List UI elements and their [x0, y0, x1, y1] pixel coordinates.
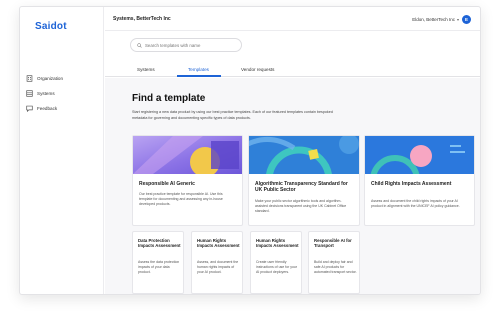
card-description: Build and deploy fair and safe AI produc… [314, 260, 357, 274]
card-title: Human Rights Impacts Assessment [256, 238, 299, 249]
app-window: Saidot Organization Systems Feedback Sys… [19, 6, 481, 295]
building-icon [26, 74, 33, 82]
card-description: Assess and document the child rights imp… [371, 199, 460, 208]
template-card-responsible-ai-transport[interactable]: Responsible AI for Transport Build and d… [308, 231, 360, 294]
sidebar-item-label: Feedback [37, 105, 58, 111]
sidebar-item-feedback[interactable]: Feedback [26, 101, 63, 115]
sidebar: Saidot Organization Systems Feedback [20, 7, 104, 294]
template-card-responsible-ai[interactable]: Responsible AI Generic Our best practice… [132, 135, 243, 226]
sidebar-item-systems[interactable]: Systems [26, 86, 63, 100]
page-description: Start registering a new data product by … [132, 110, 333, 120]
card-banner-image [365, 136, 474, 174]
card-title: Responsible AI Generic [139, 181, 195, 187]
template-card-human-rights-1[interactable]: Human Rights Impacts Assessment Assess, … [191, 231, 243, 294]
avatar[interactable]: E [462, 15, 471, 24]
app-logo: Saidot [35, 21, 67, 32]
grid-icon [26, 89, 33, 97]
search-input[interactable] [145, 42, 235, 48]
search-box[interactable] [130, 38, 242, 52]
user-menu[interactable]: Eldon, BetterTech Inc ▾ E [412, 15, 471, 24]
card-description: Create user friendly instructions of use… [256, 260, 298, 274]
card-title: Responsible AI for Transport [314, 238, 352, 249]
sidebar-item-label: Organization [37, 75, 64, 81]
active-tab-indicator [177, 75, 221, 77]
tab-bar: Systems Templates Vendor requests [105, 62, 480, 77]
main-area: Systems, BetterTech Inc Eldon, BetterTec… [105, 7, 480, 294]
user-name: Eldon, BetterTech Inc [412, 17, 455, 22]
card-description: Assess the data protection impacts of yo… [138, 260, 180, 274]
tab-templates[interactable]: Templates [188, 67, 209, 72]
chevron-down-icon: ▾ [456, 17, 459, 22]
template-card-human-rights-2[interactable]: Human Rights Impacts Assessment Create u… [250, 231, 302, 294]
template-card-algorithmic-transparency[interactable]: Algorithmic Transparency Standard for UK… [248, 135, 360, 226]
card-description: Make your public sector algorithmic tool… [255, 199, 347, 213]
template-card-child-rights[interactable]: Child Rights Impacts Assessment Assess a… [364, 135, 475, 226]
template-card-data-protection[interactable]: Data Protection Impacts Assessment Asses… [132, 231, 184, 294]
search-icon [137, 42, 142, 48]
tab-vendor-requests[interactable]: Vendor requests [241, 67, 274, 72]
card-title: Child Rights Impacts Assessment [371, 181, 452, 187]
page-title: Find a template [132, 93, 206, 104]
card-title: Human Rights Impacts Assessment [197, 238, 240, 249]
sidebar-item-label: Systems [37, 90, 55, 96]
chat-icon [26, 105, 33, 112]
card-title: Algorithmic Transparency Standard for UK… [255, 181, 348, 194]
tab-systems[interactable]: Systems [137, 67, 155, 72]
card-banner-image [133, 136, 242, 174]
stage: Saidot Organization Systems Feedback Sys… [0, 0, 500, 327]
top-bar: Systems, BetterTech Inc Eldon, BetterTec… [105, 7, 480, 31]
card-description: Assess, and document the human rights im… [197, 260, 239, 274]
card-banner-image [249, 136, 359, 174]
sidebar-nav: Organization Systems Feedback [26, 71, 63, 116]
card-title: Data Protection Impacts Assessment [138, 238, 181, 249]
card-description: Our best practice template for responsib… [139, 192, 223, 206]
sidebar-item-organization[interactable]: Organization [26, 71, 63, 85]
org-title: Systems, BetterTech Inc [113, 16, 171, 22]
